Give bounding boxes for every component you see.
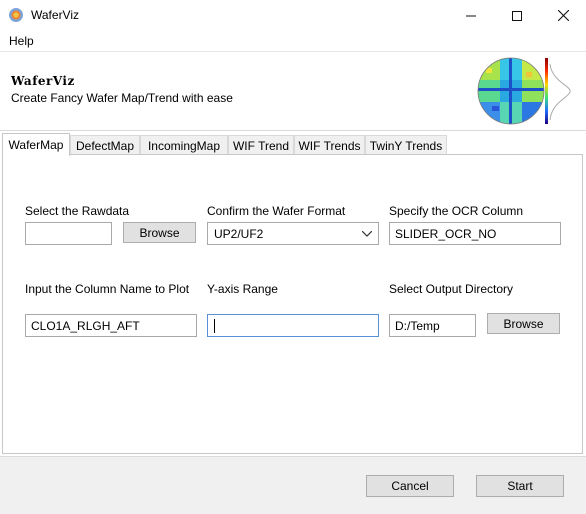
- tab-wif-trend[interactable]: WIF Trend: [228, 135, 294, 155]
- tab-defectmap[interactable]: DefectMap: [70, 135, 140, 155]
- tab-twiny-trends[interactable]: TwinY Trends: [365, 135, 447, 155]
- tab-label: DefectMap: [75, 138, 135, 153]
- wafer-map-logo-icon: [477, 57, 571, 125]
- menu-bar: [0, 31, 586, 51]
- rawdata-input[interactable]: [25, 222, 112, 245]
- tab-incomingmap[interactable]: IncomingMap: [140, 135, 228, 155]
- tab-label: WIF Trend: [232, 138, 289, 153]
- y-range-label: Y-axis Range: [207, 282, 278, 296]
- rawdata-label: Select the Rawdata: [25, 204, 130, 218]
- wafer-format-value: UP2/UF2: [214, 226, 264, 241]
- wafer-format-select[interactable]: UP2/UF2: [207, 222, 379, 245]
- tab-label: WaferMap: [8, 138, 64, 152]
- tab-wif-trends[interactable]: WIF Trends: [294, 135, 365, 155]
- rawdata-browse-button[interactable]: Browse: [123, 222, 196, 243]
- window-title: WaferViz: [31, 8, 80, 22]
- tab-label: TwinY Trends: [369, 138, 443, 153]
- start-button[interactable]: Start: [476, 475, 564, 497]
- cancel-button[interactable]: Cancel: [366, 475, 454, 497]
- ocr-column-input[interactable]: SLIDER_OCR_NO: [389, 222, 561, 245]
- maximize-button[interactable]: [494, 0, 540, 31]
- menu-help[interactable]: Help: [9, 34, 34, 48]
- app-icon: [9, 8, 23, 22]
- tab-wafermap[interactable]: WaferMap: [2, 133, 70, 156]
- wafer-format-label: Confirm the Wafer Format: [207, 204, 346, 218]
- column-name-label: Input the Column Name to Plot: [25, 282, 190, 296]
- minimize-icon: [466, 15, 476, 16]
- close-icon: [557, 10, 569, 21]
- app-tagline: Create Fancy Wafer Map/Trend with ease: [11, 91, 233, 105]
- minimize-button[interactable]: [448, 0, 494, 31]
- column-name-input[interactable]: CLO1A_RLGH_AFT: [25, 314, 197, 337]
- output-dir-browse-button[interactable]: Browse: [487, 313, 560, 334]
- wafermap-tab-panel: [2, 154, 583, 454]
- text-caret: [214, 318, 215, 333]
- output-dir-label: Select Output Directory: [389, 282, 514, 296]
- y-range-input[interactable]: [207, 314, 379, 337]
- tab-label: IncomingMap: [147, 138, 221, 153]
- tab-label: WIF Trends: [298, 138, 361, 153]
- output-dir-input[interactable]: D:/Temp: [389, 314, 476, 337]
- maximize-icon: [512, 10, 522, 21]
- app-name-heading: WaferViz: [11, 74, 75, 88]
- close-button[interactable]: [540, 0, 586, 31]
- chevron-down-icon: [362, 230, 372, 237]
- ocr-column-label: Specify the OCR Column: [389, 204, 524, 218]
